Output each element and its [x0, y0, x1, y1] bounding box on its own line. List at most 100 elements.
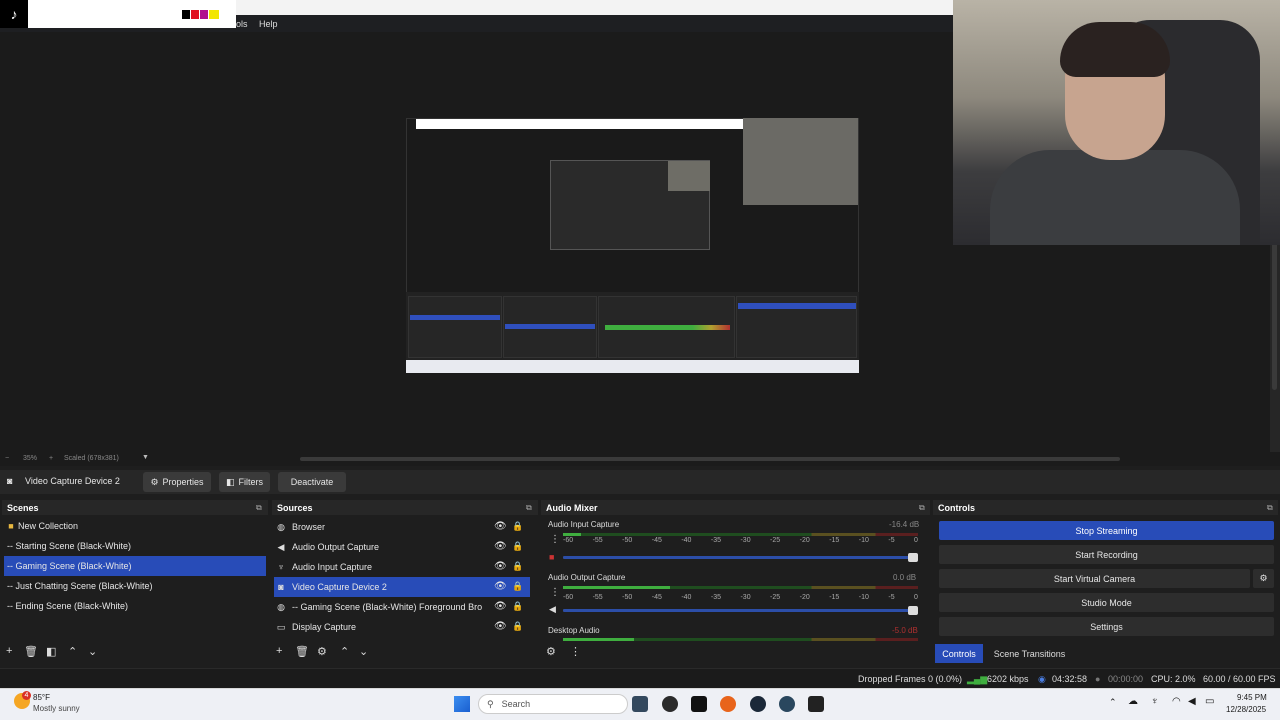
remove-source-icon[interactable]: 🗑 — [295, 645, 309, 663]
audio-mixer-title: Audio Mixer — [541, 500, 930, 515]
source-item[interactable]: ◍ -- Gaming Scene (Black-White) Foregrou… — [274, 597, 530, 617]
task-view-icon[interactable] — [632, 696, 648, 712]
source-item-selected[interactable]: ◙ Video Capture Device 2 — [274, 577, 530, 597]
stop-streaming-button[interactable]: Stop Streaming — [939, 521, 1274, 540]
move-up-icon[interactable]: ⌃ — [340, 645, 349, 663]
speaker-icon[interactable]: ◀ — [549, 604, 556, 615]
visibility-eye-icon[interactable]: 👁 — [494, 621, 507, 632]
muted-speaker-icon[interactable]: ■ — [549, 552, 554, 562]
weather-description[interactable]: Mostly sunny — [33, 704, 80, 713]
source-label: Video Capture Device 2 — [292, 582, 387, 592]
undock-icon[interactable]: ⧉ — [526, 503, 532, 513]
preview-nested-selection — [505, 324, 595, 329]
scene-item[interactable]: -- Starting Scene (Black-White) — [4, 536, 266, 556]
stream-time: 04:32:58 — [1052, 674, 1088, 684]
advanced-audio-gear-icon[interactable]: ⚙ — [546, 645, 556, 663]
visibility-eye-icon[interactable]: 👁 — [494, 581, 507, 592]
studio-mode-button[interactable]: Studio Mode — [939, 593, 1274, 612]
visibility-eye-icon[interactable]: 👁 — [494, 541, 507, 552]
meter-tick-label: -60 — [563, 594, 574, 601]
lock-icon[interactable]: 🔒 — [512, 561, 523, 572]
deactivate-button[interactable]: Deactivate — [278, 472, 346, 492]
start-recording-button[interactable]: Start Recording — [939, 545, 1274, 564]
firefox-app-icon[interactable] — [720, 696, 736, 712]
meter-tick-label: -50 — [622, 594, 633, 601]
volume-slider-handle[interactable] — [908, 553, 918, 562]
windows-start-icon[interactable] — [454, 696, 470, 712]
kebab-menu-icon[interactable]: ⋮ — [550, 587, 560, 598]
start-virtual-camera-button[interactable]: Start Virtual Camera — [939, 569, 1250, 588]
tab-scene-transitions[interactable]: Scene Transitions — [987, 644, 1072, 663]
lock-icon[interactable]: 🔒 — [512, 621, 523, 632]
meter-tick-label: -10 — [858, 594, 869, 601]
add-source-icon[interactable]: + — [276, 645, 282, 663]
filters-button[interactable]: ◧ Filters — [219, 472, 270, 492]
volume-icon[interactable]: ◀ — [1188, 696, 1196, 707]
lock-icon[interactable]: 🔒 — [512, 521, 523, 532]
source-properties-gear-icon[interactable]: ⚙ — [317, 645, 327, 663]
battery-icon[interactable]: ▭ — [1205, 696, 1214, 707]
source-item[interactable]: ◍ Browser — [274, 517, 530, 537]
clock-time[interactable]: 9:45 PM — [1237, 693, 1267, 702]
kebab-menu-icon[interactable]: ⋮ — [570, 645, 581, 663]
onedrive-cloud-icon[interactable]: ☁ — [1128, 696, 1138, 707]
visibility-eye-icon[interactable]: 👁 — [494, 561, 507, 572]
preview-horizontal-scrollbar[interactable] — [300, 457, 1120, 461]
clock-date[interactable]: 12/28/2025 — [1226, 705, 1266, 714]
color-palette-overlay — [28, 0, 236, 28]
zoom-out-icon[interactable]: − — [5, 455, 9, 462]
volume-slider-handle[interactable] — [908, 606, 918, 615]
source-item[interactable]: ♆ Audio Input Capture — [274, 557, 530, 577]
scene-item-selected[interactable]: -- Gaming Scene (Black-White) — [4, 556, 266, 576]
remove-scene-icon[interactable]: 🗑 — [24, 645, 38, 663]
lock-icon[interactable]: 🔒 — [512, 581, 523, 592]
properties-button[interactable]: ⚙ Properties — [143, 472, 211, 492]
steam-app-icon[interactable] — [750, 696, 766, 712]
meter-tick-label: 0 — [914, 594, 918, 601]
undock-icon[interactable]: ⧉ — [256, 503, 262, 513]
show-hidden-icons-chevron-icon[interactable]: ⌃ — [1109, 697, 1117, 708]
meter-tick-label: 0 — [914, 537, 918, 544]
undock-icon[interactable]: ⧉ — [1267, 503, 1273, 513]
move-down-icon[interactable]: ⌄ — [88, 645, 97, 663]
add-scene-icon[interactable]: + — [6, 645, 12, 663]
taskbar-search[interactable]: ⚲ Search — [478, 694, 628, 714]
visibility-eye-icon[interactable]: 👁 — [494, 521, 507, 532]
dropped-frames: Dropped Frames 0 (0.0%) — [858, 674, 963, 684]
source-item[interactable]: ▭ Display Capture — [274, 617, 530, 637]
scene-item[interactable]: -- Just Chatting Scene (Black-White) — [4, 576, 266, 596]
menu-help[interactable]: Help — [259, 19, 278, 29]
wifi-icon[interactable]: ◠ — [1172, 696, 1181, 707]
audio-meter-level — [563, 586, 670, 589]
obs-app-icon[interactable] — [662, 696, 678, 712]
source-item[interactable]: ◀ Audio Output Capture — [274, 537, 530, 557]
lock-icon[interactable]: 🔒 — [512, 601, 523, 612]
microphone-icon[interactable]: ♆ — [1151, 696, 1159, 707]
scene-filters-icon[interactable]: ◧ — [46, 645, 56, 663]
lock-icon[interactable]: 🔒 — [512, 541, 523, 552]
scene-item[interactable]: -- Ending Scene (Black-White) — [4, 596, 266, 616]
kebab-menu-icon[interactable]: ⋮ — [550, 534, 560, 545]
meter-tick-label: -55 — [592, 594, 603, 601]
virtual-camera-settings-gear-icon[interactable]: ⚙ — [1253, 569, 1274, 588]
visibility-eye-icon[interactable]: 👁 — [494, 601, 507, 612]
weather-temperature[interactable]: 85°F — [33, 693, 50, 702]
undock-icon[interactable]: ⧉ — [919, 503, 925, 513]
scene-collection-item[interactable]: ■ New Collection — [4, 516, 266, 536]
capcut-app-icon[interactable] — [691, 696, 707, 712]
move-down-icon[interactable]: ⌄ — [359, 645, 368, 663]
zoom-in-icon[interactable]: + — [49, 455, 53, 462]
vrchat-app-icon[interactable] — [808, 696, 824, 712]
camera-icon: ◙ — [7, 476, 13, 486]
mixer-channel-db: -16.4 dB — [889, 520, 920, 529]
chevron-down-icon[interactable]: ▼ — [142, 454, 149, 461]
meter-tick-label: -40 — [681, 537, 692, 544]
steam-app-icon[interactable] — [779, 696, 795, 712]
menu-tools[interactable]: ols — [236, 19, 248, 29]
signal-strength-icon: ▂▄▆ — [967, 674, 988, 684]
camera-icon: ◙ — [278, 582, 284, 592]
move-up-icon[interactable]: ⌃ — [68, 645, 77, 663]
tab-controls[interactable]: Controls — [935, 644, 983, 663]
settings-button[interactable]: Settings — [939, 617, 1274, 636]
monitor-icon: ▭ — [276, 621, 286, 632]
